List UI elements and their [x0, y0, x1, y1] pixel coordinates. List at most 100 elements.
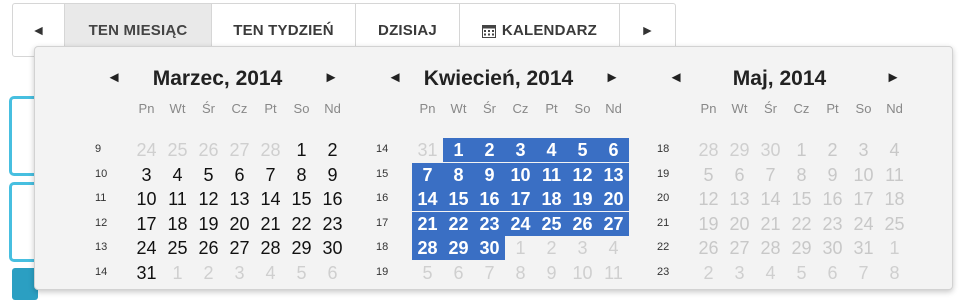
day-cell-selected[interactable]: 13	[598, 162, 629, 187]
day-cell[interactable]: 22	[286, 212, 317, 236]
day-cell[interactable]: 17	[131, 212, 162, 236]
day-cell-selected[interactable]: 9	[474, 162, 505, 187]
day-cell[interactable]: 19	[193, 212, 224, 236]
day-cell-selected[interactable]: 29	[443, 236, 474, 260]
day-cell-selected[interactable]: 3	[505, 138, 536, 162]
day-cell-selected[interactable]: 25	[536, 211, 567, 236]
day-cell[interactable]: 16	[317, 187, 348, 211]
day-cell-selected[interactable]: 5	[567, 138, 598, 162]
day-cell-selected[interactable]: 14	[412, 187, 443, 211]
day-cell-selected[interactable]: 18	[536, 187, 567, 211]
day-cell[interactable]: 14	[255, 187, 286, 211]
day-cell[interactable]: 3	[567, 236, 598, 260]
day-cell[interactable]: 31	[131, 261, 162, 285]
day-cell-selected[interactable]: 12	[567, 162, 598, 187]
day-cell[interactable]: 23	[317, 212, 348, 236]
day-cell[interactable]: 30	[317, 236, 348, 260]
day-cell[interactable]: 27	[224, 138, 255, 162]
day-cell[interactable]: 3	[224, 261, 255, 285]
day-cell-selected[interactable]: 4	[536, 138, 567, 162]
day-cell-selected[interactable]: 28	[412, 236, 443, 260]
day-cell-selected[interactable]: 23	[474, 211, 505, 236]
day-cell[interactable]: 7	[755, 163, 786, 187]
day-cell[interactable]: 3	[724, 261, 755, 285]
day-cell-selected[interactable]: 8	[443, 162, 474, 187]
day-cell[interactable]: 2	[317, 138, 348, 162]
day-cell[interactable]: 11	[598, 261, 629, 285]
day-cell-selected[interactable]: 30	[474, 236, 505, 260]
day-cell[interactable]: 26	[193, 236, 224, 260]
day-cell[interactable]: 4	[162, 163, 193, 187]
day-cell[interactable]: 23	[817, 212, 848, 236]
day-cell[interactable]: 30	[755, 138, 786, 162]
day-cell-selected[interactable]: 26	[567, 211, 598, 236]
day-cell[interactable]: 6	[817, 261, 848, 285]
day-cell-selected[interactable]: 7	[412, 162, 443, 187]
day-cell-selected[interactable]: 1	[443, 138, 474, 162]
day-cell[interactable]: 29	[786, 236, 817, 260]
day-cell[interactable]: 17	[848, 187, 879, 211]
day-cell-selected[interactable]: 17	[505, 187, 536, 211]
day-cell-selected[interactable]: 21	[412, 211, 443, 236]
day-cell[interactable]: 1	[286, 138, 317, 162]
day-cell[interactable]: 9	[536, 261, 567, 285]
day-cell[interactable]: 28	[255, 236, 286, 260]
day-cell[interactable]: 1	[786, 138, 817, 162]
day-cell[interactable]: 5	[412, 261, 443, 285]
day-cell[interactable]: 25	[879, 212, 910, 236]
day-cell[interactable]: 2	[193, 261, 224, 285]
day-cell-selected[interactable]: 20	[598, 187, 629, 211]
day-cell[interactable]: 18	[879, 187, 910, 211]
day-cell-selected[interactable]: 22	[443, 211, 474, 236]
day-cell[interactable]: 6	[224, 163, 255, 187]
day-cell[interactable]: 6	[443, 261, 474, 285]
day-cell[interactable]: 2	[693, 261, 724, 285]
day-cell[interactable]: 4	[879, 138, 910, 162]
day-cell[interactable]: 12	[193, 187, 224, 211]
day-cell[interactable]: 28	[755, 236, 786, 260]
day-cell-selected[interactable]: 24	[505, 211, 536, 236]
day-cell[interactable]: 13	[724, 187, 755, 211]
day-cell[interactable]: 26	[193, 138, 224, 162]
day-cell-selected[interactable]: 2	[474, 138, 505, 162]
day-cell-selected[interactable]: 15	[443, 187, 474, 211]
day-cell[interactable]: 18	[162, 212, 193, 236]
day-cell[interactable]: 8	[786, 163, 817, 187]
next-month-icon[interactable]: ►	[603, 69, 621, 86]
day-cell-selected[interactable]: 16	[474, 187, 505, 211]
day-cell[interactable]: 24	[131, 138, 162, 162]
day-cell[interactable]: 25	[162, 138, 193, 162]
day-cell[interactable]: 15	[286, 187, 317, 211]
day-cell[interactable]: 8	[505, 261, 536, 285]
day-cell[interactable]: 4	[755, 261, 786, 285]
day-cell[interactable]: 1	[505, 236, 536, 260]
day-cell[interactable]: 6	[724, 163, 755, 187]
day-cell[interactable]: 9	[817, 163, 848, 187]
day-cell[interactable]: 12	[693, 187, 724, 211]
next-month-icon[interactable]: ►	[322, 69, 340, 86]
day-cell[interactable]: 13	[224, 187, 255, 211]
day-cell[interactable]: 8	[879, 261, 910, 285]
day-cell-selected[interactable]: 19	[567, 187, 598, 211]
day-cell[interactable]: 3	[131, 163, 162, 187]
day-cell[interactable]: 7	[255, 163, 286, 187]
day-cell[interactable]: 10	[848, 163, 879, 187]
day-cell[interactable]: 10	[131, 187, 162, 211]
day-cell-selected[interactable]: 10	[505, 162, 536, 187]
day-cell-selected[interactable]: 6	[598, 138, 629, 162]
day-cell[interactable]: 29	[724, 138, 755, 162]
day-cell[interactable]: 4	[598, 236, 629, 260]
day-cell[interactable]: 24	[131, 236, 162, 260]
day-cell[interactable]: 27	[224, 236, 255, 260]
day-cell[interactable]: 10	[567, 261, 598, 285]
day-cell[interactable]: 2	[536, 236, 567, 260]
day-cell[interactable]: 27	[724, 236, 755, 260]
day-cell[interactable]: 11	[879, 163, 910, 187]
day-cell[interactable]: 1	[162, 261, 193, 285]
day-cell[interactable]: 20	[724, 212, 755, 236]
day-cell-selected[interactable]: 11	[536, 162, 567, 187]
day-cell[interactable]: 4	[255, 261, 286, 285]
day-cell[interactable]: 2	[817, 138, 848, 162]
day-cell[interactable]: 3	[848, 138, 879, 162]
day-cell[interactable]: 5	[786, 261, 817, 285]
